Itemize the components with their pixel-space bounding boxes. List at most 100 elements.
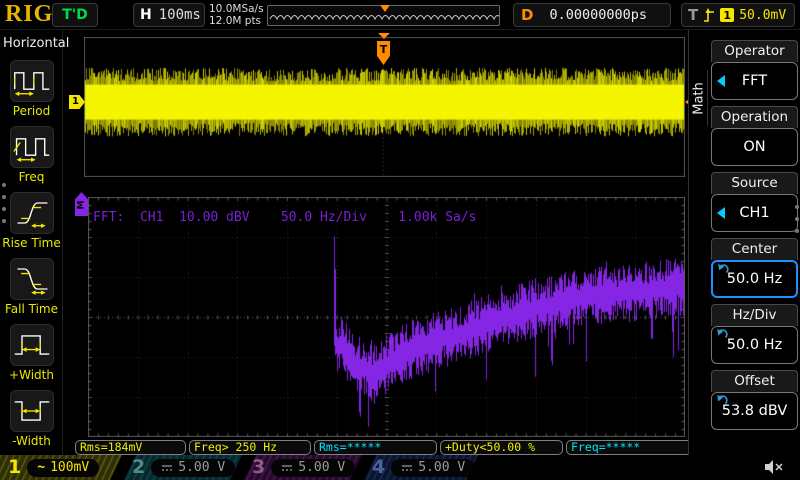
math-offset-marker[interactable]: M	[75, 192, 88, 216]
rise-time-icon	[16, 202, 47, 228]
horizontal-timebase-box[interactable]: H 100ms	[133, 3, 205, 27]
operation-value: ON	[743, 139, 766, 155]
trigger-source-badge: 1	[720, 8, 735, 22]
measurement-cell-duty-ch1[interactable]: +Duty<50.00 %	[440, 440, 563, 455]
trigger-slope-icon	[704, 7, 715, 22]
channel1-number: 1	[8, 456, 22, 478]
menu-item-source[interactable]: Source CH1	[711, 172, 798, 232]
fft-settings-readout: FFT: CH1 10.00 dBV 50.0 Hz/Div 1.00k Sa/…	[93, 210, 477, 225]
sidebar-item-label: Rise Time	[2, 236, 61, 250]
menu-item-label: Operation	[711, 106, 798, 128]
channel2-number: 2	[132, 456, 146, 478]
expand-left-triangle-icon	[717, 207, 725, 219]
scroll-indicator-dot	[2, 195, 6, 199]
trigger-label: T	[688, 6, 699, 24]
menu-item-operator[interactable]: Operator FFT	[711, 40, 798, 100]
channel2-scale: 5.00 V	[178, 460, 226, 475]
sound-muted-icon[interactable]	[764, 459, 784, 479]
oscilloscope-screen: RIGOL T'D H 100ms 10.0MSa/s 12.0M pts D …	[0, 0, 800, 480]
ch1-ground-marker[interactable]: 1	[69, 95, 85, 109]
dc-coupling-icon	[161, 464, 173, 472]
preview-trigger-marker-icon[interactable]	[380, 5, 390, 12]
trigger-position-marker[interactable]: T	[377, 33, 390, 65]
scroll-indicator-dot	[795, 229, 799, 233]
menu-item-operation[interactable]: Operation ON	[711, 106, 798, 166]
trigger-box[interactable]: T 1 50.0mV	[681, 3, 795, 27]
pos-width-icon	[14, 335, 49, 355]
knob-rotate-icon	[717, 329, 728, 339]
sidebar-item-rise-time[interactable]: Rise Time	[0, 192, 63, 250]
source-value: CH1	[739, 205, 770, 221]
top-status-bar: RIGOL T'D H 100ms 10.0MSa/s 12.0M pts D …	[0, 0, 800, 30]
measurement-cell-rms-ch2[interactable]: Rms=*****	[314, 440, 437, 455]
menu-item-value[interactable]: 50.0 Hz	[711, 260, 798, 298]
menu-item-value[interactable]: 53.8 dBV	[711, 392, 798, 430]
timebase-value: 100ms	[158, 7, 201, 23]
knob-rotate-icon	[717, 395, 728, 405]
delay-box[interactable]: D 0.00000000ps	[513, 3, 671, 27]
measure-sidebar: Horizontal Period Freq Rise Time Fall Ti…	[0, 30, 69, 455]
sidebar-item-fall-time[interactable]: Fall Time	[0, 258, 63, 316]
sidebar-item-label: Freq	[18, 170, 45, 184]
math-menu-panel: Math Operator FFT Operation ON Source CH…	[688, 30, 800, 455]
menu-item-center[interactable]: Center 50.0 Hz	[711, 238, 798, 298]
trigger-position-flag-icon: T	[377, 41, 390, 65]
sidebar-item-neg-width[interactable]: -Width	[0, 390, 63, 448]
math-tab-label: Math	[691, 82, 707, 115]
sidebar-item-freq[interactable]: Freq	[0, 126, 63, 184]
delay-value: 0.00000000ps	[549, 7, 647, 23]
trigger-status: T'D	[62, 7, 88, 23]
period-icon	[13, 72, 49, 96]
channel4-scale: 5.00 V	[418, 460, 466, 475]
sidebar-item-label: Period	[12, 104, 51, 118]
offset-value: 53.8 dBV	[721, 403, 788, 419]
sidebar-item-label: +Width	[9, 368, 54, 382]
operator-value: FFT	[741, 73, 768, 89]
hzdiv-value: 50.0 Hz	[726, 337, 783, 353]
expand-left-triangle-icon	[717, 75, 725, 87]
fall-time-icon	[16, 268, 47, 295]
center-value: 50.0 Hz	[726, 271, 783, 287]
sidebar-item-label: Fall Time	[4, 302, 58, 316]
fft-window	[88, 197, 685, 437]
measurement-cell-rms-ch1[interactable]: Rms=184mV	[75, 440, 186, 455]
channel1-status[interactable]: 1 ~ 100mV	[0, 455, 122, 480]
scroll-indicator-dot	[2, 219, 6, 223]
menu-item-label: Source	[711, 172, 798, 194]
channel3-status[interactable]: 3 5.00 V	[244, 455, 362, 480]
channel4-number: 4	[372, 456, 386, 478]
menu-item-label: Center	[711, 238, 798, 260]
menu-item-value[interactable]: ON	[711, 128, 798, 166]
memory-depth: 12.0M pts	[209, 15, 262, 27]
menu-item-label: Offset	[711, 370, 798, 392]
freq-icon	[12, 138, 49, 162]
delay-label: D	[521, 6, 534, 24]
acquisition-info: 10.0MSa/s 12.0M pts	[209, 3, 264, 27]
measurement-cell-freq-ch1[interactable]: Freq> 250 Hz	[189, 440, 311, 455]
sample-rate: 10.0MSa/s	[209, 3, 264, 15]
neg-width-icon	[14, 401, 49, 421]
menu-item-hzdiv[interactable]: Hz/Div 50.0 Hz	[711, 304, 798, 364]
math-menu-tab[interactable]: Math	[691, 70, 708, 126]
menu-item-value[interactable]: FFT	[711, 62, 798, 100]
menu-item-label: Hz/Div	[711, 304, 798, 326]
menu-item-value[interactable]: 50.0 Hz	[711, 326, 798, 364]
sidebar-item-pos-width[interactable]: +Width	[0, 324, 63, 382]
knob-rotate-icon	[718, 264, 729, 274]
waveform-preview[interactable]	[267, 5, 500, 26]
channel4-status[interactable]: 4 5.00 V	[364, 455, 478, 480]
trigger-position-tip-icon	[377, 33, 390, 39]
measure-sidebar-title: Horizontal	[3, 36, 70, 51]
menu-item-value[interactable]: CH1	[711, 194, 798, 232]
scroll-indicator-dot	[2, 183, 6, 187]
scroll-indicator-dot	[795, 217, 799, 221]
horizontal-label: H	[140, 7, 152, 23]
dc-coupling-icon	[281, 464, 293, 472]
measurement-cell-freq-ch2[interactable]: Freq=*****	[566, 440, 692, 455]
scroll-indicator-dot	[795, 205, 799, 209]
fft-spectrum-canvas	[88, 197, 685, 437]
sidebar-item-label: -Width	[12, 434, 51, 448]
sidebar-item-period[interactable]: Period	[0, 60, 63, 118]
channel2-status[interactable]: 2 5.00 V	[124, 455, 242, 480]
menu-item-offset[interactable]: Offset 53.8 dBV	[711, 370, 798, 430]
